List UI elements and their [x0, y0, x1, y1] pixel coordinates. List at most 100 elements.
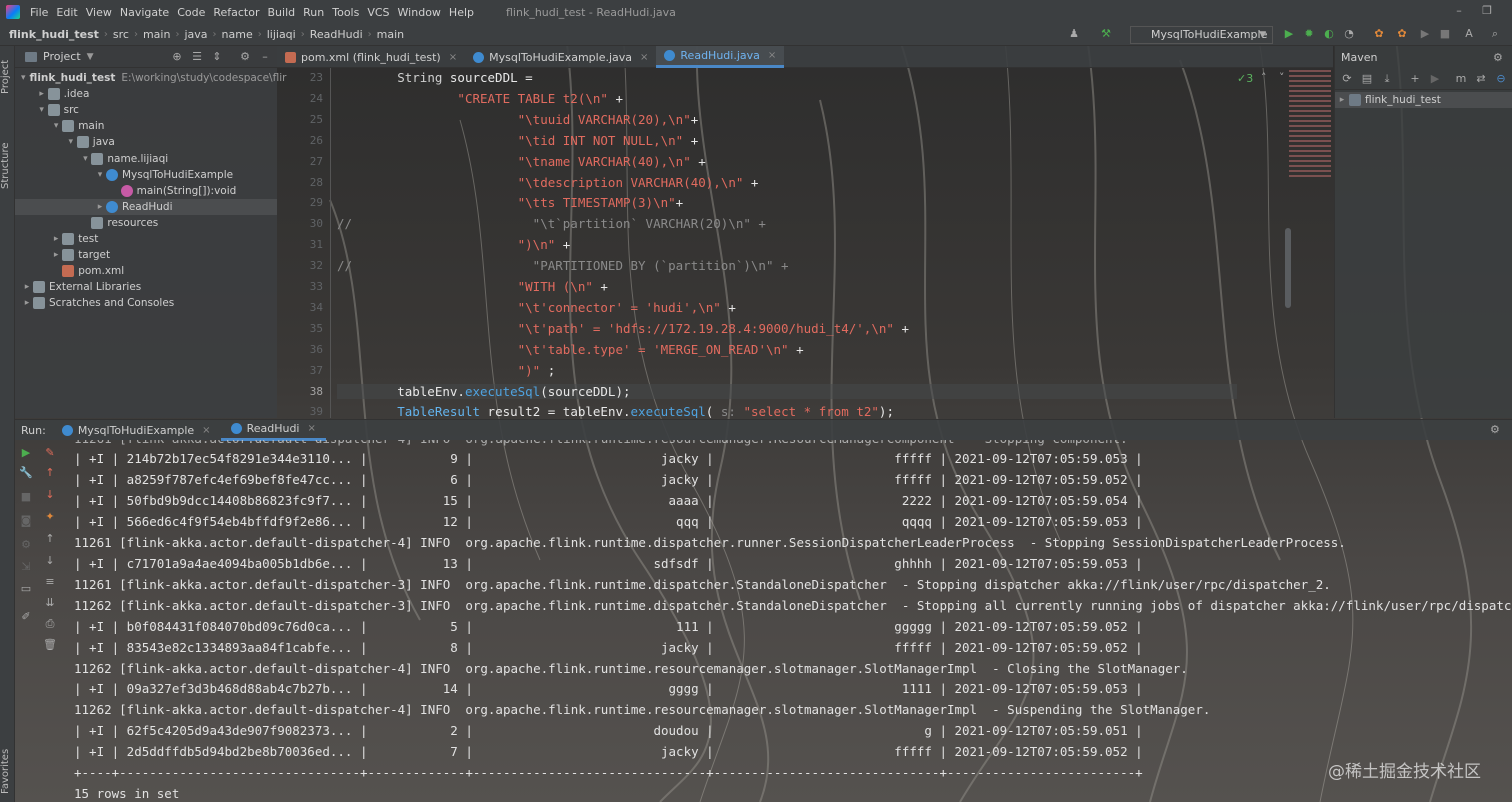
- structure-tool-tab[interactable]: Structure: [0, 136, 15, 196]
- maven-project-row[interactable]: ▸ flink_hudi_test: [1335, 92, 1512, 108]
- clear-all-icon[interactable]: ✎: [43, 446, 57, 460]
- camera-icon[interactable]: ◙: [19, 514, 33, 528]
- tree-item[interactable]: ▸ .idea: [15, 86, 277, 102]
- chevron-down-icon[interactable]: ▼: [87, 52, 94, 62]
- tree-item[interactable]: resources: [15, 215, 277, 231]
- menu-navigate[interactable]: Navigate: [116, 6, 173, 19]
- skip-tests-icon[interactable]: ⊖: [1495, 73, 1507, 85]
- breadcrumb-java[interactable]: java: [181, 28, 210, 41]
- debug-icon[interactable]: ✹: [1303, 28, 1315, 40]
- arrow-up-icon[interactable]: ↑: [43, 466, 57, 480]
- expand-arrow-icon[interactable]: ▸: [21, 298, 33, 308]
- menu-build[interactable]: Build: [264, 6, 300, 19]
- close-icon[interactable]: ×: [449, 52, 457, 63]
- chevron-down-icon[interactable]: ˅: [1279, 71, 1285, 84]
- menu-code[interactable]: Code: [173, 6, 209, 19]
- up-icon[interactable]: ↑: [43, 532, 57, 546]
- collapse-all-icon[interactable]: ☰: [191, 51, 203, 63]
- tree-item[interactable]: ▸ target: [15, 247, 277, 263]
- expand-arrow-icon[interactable]: ▸: [36, 89, 48, 99]
- editor-tab[interactable]: ReadHudi.java ×: [656, 46, 785, 68]
- arrow-down-icon[interactable]: ↓: [43, 488, 57, 502]
- breadcrumb-readhudi[interactable]: ReadHudi: [307, 28, 366, 41]
- down-icon[interactable]: ↓: [43, 554, 57, 568]
- menu-run[interactable]: Run: [299, 6, 328, 19]
- tree-item[interactable]: ▸ test: [15, 231, 277, 247]
- expand-arrow-icon[interactable]: ▸: [1335, 95, 1349, 105]
- close-icon[interactable]: ×: [202, 425, 210, 436]
- expand-arrow-icon[interactable]: ▸: [94, 202, 106, 212]
- expand-arrow-icon[interactable]: ▾: [50, 121, 62, 131]
- run-goal-icon[interactable]: ▶: [1429, 73, 1441, 85]
- menu-tools[interactable]: Tools: [328, 6, 363, 19]
- expand-arrow-icon[interactable]: ▸: [21, 282, 33, 292]
- chevron-up-icon[interactable]: ˄: [1261, 71, 1267, 84]
- download-icon[interactable]: ⤓: [1381, 73, 1393, 85]
- tree-item[interactable]: ▾ src: [15, 102, 277, 118]
- print-icon[interactable]: ⎙: [43, 617, 57, 631]
- project-panel-title[interactable]: Project: [43, 50, 81, 63]
- breadcrumb-lijiaqi[interactable]: lijiaqi: [264, 28, 299, 41]
- rerun-icon[interactable]: ▶: [19, 446, 33, 460]
- close-icon[interactable]: ×: [768, 50, 776, 61]
- menu-refactor[interactable]: Refactor: [209, 6, 263, 19]
- translate-icon[interactable]: A: [1463, 28, 1475, 40]
- close-icon[interactable]: ×: [307, 423, 315, 434]
- coverage-icon[interactable]: ◐: [1323, 28, 1335, 40]
- tree-item[interactable]: ▾ java: [15, 134, 277, 150]
- soft-wrap-icon[interactable]: ≡: [43, 575, 57, 589]
- build-hammer-icon[interactable]: ⚒: [1100, 28, 1112, 40]
- tree-item[interactable]: ▾ name.lijiaqi: [15, 151, 277, 167]
- breadcrumb-main[interactable]: main: [140, 28, 173, 41]
- stop-icon[interactable]: ■: [19, 490, 33, 504]
- editor-scrollbar[interactable]: [1285, 228, 1291, 308]
- tree-item[interactable]: main(String[]):void: [15, 183, 277, 199]
- expand-arrow-icon[interactable]: ▸: [50, 250, 62, 260]
- run-icon[interactable]: ▶: [1283, 28, 1295, 40]
- menu-window[interactable]: Window: [394, 6, 445, 19]
- close-icon[interactable]: ×: [640, 52, 648, 63]
- generate-sources-icon[interactable]: ▤: [1361, 73, 1373, 85]
- tree-item[interactable]: ▾ main: [15, 118, 277, 134]
- minimize-icon[interactable]: –: [1452, 4, 1466, 18]
- expand-arrow-icon[interactable]: ▾: [36, 105, 48, 115]
- gear-icon[interactable]: ⚙: [239, 51, 251, 63]
- gear-icon[interactable]: ⚙: [1493, 51, 1503, 64]
- scroll-to-end-icon[interactable]: ⇊: [43, 596, 57, 610]
- run-tab-mysqltohudiexample[interactable]: MysqlToHudiExample ×: [52, 420, 221, 441]
- tree-item[interactable]: ▾ MysqlToHudiExample: [15, 167, 277, 183]
- expand-arrow-icon[interactable]: ▾: [94, 170, 106, 180]
- restore-icon[interactable]: ❐: [1480, 4, 1494, 18]
- wrench-icon[interactable]: 🔧: [19, 466, 33, 480]
- search-icon[interactable]: ⌕: [1489, 28, 1501, 40]
- expand-arrow-icon[interactable]: ▾: [65, 137, 77, 147]
- console-output[interactable]: 11261 [flink-akka.actor.default-dispatch…: [62, 440, 1512, 802]
- reload-icon[interactable]: ⟳: [1341, 73, 1353, 85]
- editor-tab[interactable]: pom.xml (flink_hudi_test) ×: [277, 46, 465, 68]
- run-tab-readhudi[interactable]: ReadHudi ×: [220, 420, 326, 441]
- tree-item[interactable]: ▾ flink_hudi_test E:\working\study\codespa…: [15, 70, 286, 86]
- tree-item[interactable]: ▸ ReadHudi: [15, 198, 277, 215]
- restore-layout-icon[interactable]: ⚙: [19, 538, 33, 552]
- run-configuration-select[interactable]: MysqlToHudiExample ▼: [1130, 26, 1273, 44]
- expand-arrow-icon[interactable]: ▸: [50, 234, 62, 244]
- stop-icon[interactable]: ■: [1439, 28, 1451, 40]
- attach-icon[interactable]: ✿: [1373, 28, 1385, 40]
- favorites-tool-tab[interactable]: Favorites: [0, 741, 15, 801]
- add-icon[interactable]: +: [1409, 73, 1421, 85]
- code-editor[interactable]: 23 24 25 26 27 28 29 30 31 32 33 34 35 36 37 38 39 Strin…: [277, 68, 1333, 418]
- user-icon[interactable]: ♟: [1068, 28, 1080, 40]
- expand-arrow-icon[interactable]: ▾: [79, 154, 91, 164]
- maven-goal-icon[interactable]: m: [1455, 73, 1467, 85]
- gear-icon[interactable]: ⚙: [1490, 423, 1500, 436]
- inspection-ok-icon[interactable]: ✓3: [1237, 72, 1253, 85]
- breadcrumb-name[interactable]: name: [219, 28, 256, 41]
- menu-edit[interactable]: Edit: [52, 6, 81, 19]
- locate-icon[interactable]: ⊕: [171, 51, 183, 63]
- editor-tab[interactable]: MysqlToHudiExample.java ×: [465, 46, 656, 68]
- resume-icon[interactable]: ▶: [1419, 28, 1431, 40]
- pin-tab-icon[interactable]: ✐: [19, 610, 33, 624]
- menu-view[interactable]: View: [82, 6, 116, 19]
- layout-icon[interactable]: ▭: [19, 582, 33, 596]
- tree-item[interactable]: pom.xml: [15, 263, 277, 279]
